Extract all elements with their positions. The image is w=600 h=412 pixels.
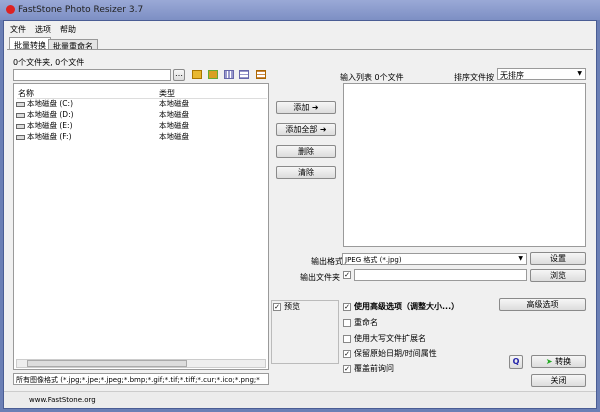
output-format-label: 输出格式	[311, 257, 343, 266]
browse-path-button[interactable]: …	[173, 69, 185, 81]
advanced-label: 使用高级选项（调整大小...）	[354, 302, 460, 311]
clear-button[interactable]: 清除	[276, 166, 336, 179]
input-file-list[interactable]	[343, 83, 586, 247]
item-type: 本地磁盘	[159, 132, 189, 141]
chevron-down-icon: ▼	[518, 255, 523, 262]
format-value: JPEG 格式 (*.jpg)	[345, 256, 402, 264]
main-window: 文件 选项 帮助 批量转换 批量重命名 0个文件夹, 0个文件 … 名称 类型 …	[3, 20, 597, 409]
sort-value: 无排序	[500, 71, 524, 80]
app-icon	[6, 5, 15, 14]
menu-file[interactable]: 文件	[10, 24, 26, 35]
go-arrow-icon: ➤	[545, 357, 556, 366]
sort-select[interactable]: 无排序 ▼	[497, 68, 586, 80]
settings-button[interactable]: 设置	[530, 252, 586, 265]
uppercase-extension-checkbox[interactable]: 使用大写文件扩展名	[343, 333, 426, 344]
chevron-down-icon: ▼	[577, 70, 582, 77]
item-type: 本地磁盘	[159, 110, 189, 119]
menu-help[interactable]: 帮助	[60, 24, 76, 35]
convert-label: 转换	[555, 357, 572, 366]
output-folder-label: 输出文件夹	[300, 273, 340, 282]
folder-favorite-icon[interactable]	[208, 70, 218, 79]
list-item[interactable]: 本地磁盘 (F:) 本地磁盘	[16, 131, 189, 142]
rename-label: 重命名	[354, 318, 378, 327]
path-input[interactable]	[13, 69, 171, 81]
folder-up-icon[interactable]	[192, 70, 202, 79]
preview-checkbox[interactable]: ✓ 预览	[273, 301, 300, 312]
list-item[interactable]: 本地磁盘 (E:) 本地磁盘	[16, 120, 189, 131]
drive-icon	[16, 134, 25, 140]
drive-icon	[16, 123, 25, 129]
drive-icon	[16, 112, 25, 118]
list-item[interactable]: 本地磁盘 (C:) 本地磁盘	[16, 98, 189, 109]
status-bar: www.FastStone.org	[4, 391, 596, 408]
item-name: 本地磁盘 (F:)	[27, 132, 72, 141]
file-filter-select[interactable]: 所有图像格式 (*.jpg;*.jpe;*.jpeg;*.bmp;*.gif;*…	[13, 373, 269, 385]
menu-bar: 文件 选项 帮助	[10, 24, 76, 35]
list-item[interactable]: 本地磁盘 (D:) 本地磁盘	[16, 109, 189, 120]
website-link[interactable]: www.FastStone.org	[29, 396, 96, 404]
item-type: 本地磁盘	[159, 121, 189, 130]
ask-overwrite-checkbox[interactable]: ✓ 覆盖前询问	[343, 363, 394, 374]
horizontal-scrollbar[interactable]	[16, 359, 266, 368]
item-name: 本地磁盘 (C:)	[27, 99, 73, 108]
ask-overwrite-label: 覆盖前询问	[354, 364, 394, 373]
convert-button[interactable]: ➤ 转换	[531, 355, 586, 368]
folder-summary: 0个文件夹, 0个文件	[13, 58, 85, 67]
filter-value: 所有图像格式 (*.jpg;*.jpe;*.jpeg;*.bmp;*.gif;*…	[16, 376, 260, 384]
close-button[interactable]: 关闭	[531, 374, 586, 387]
magnifier-icon: Q	[512, 357, 520, 366]
browse-button[interactable]: 浏览	[530, 269, 586, 282]
input-list-label: 输入列表 0个文件	[340, 73, 404, 82]
menu-options[interactable]: 选项	[35, 24, 51, 35]
item-type: 本地磁盘	[159, 99, 189, 108]
preview-search-button[interactable]: Q	[509, 355, 523, 369]
drive-icon	[16, 101, 25, 107]
rename-checkbox[interactable]: 重命名	[343, 317, 378, 328]
output-folder-input[interactable]	[354, 269, 527, 281]
output-folder-checkbox[interactable]: ✓	[343, 270, 354, 279]
advanced-options-checkbox[interactable]: ✓ 使用高级选项（调整大小...）	[343, 301, 459, 312]
keep-date-checkbox[interactable]: ✓ 保留原始日期/时间属性	[343, 348, 437, 359]
scrollbar-thumb[interactable]	[27, 360, 187, 367]
add-button[interactable]: 添加 ➜	[276, 101, 336, 114]
thumbnail-view-icon[interactable]	[224, 70, 234, 79]
preview-label: 预览	[284, 302, 300, 311]
item-name: 本地磁盘 (E:)	[27, 121, 73, 130]
title-bar: FastStone Photo Resizer 3.7	[0, 0, 600, 20]
keep-date-label: 保留原始日期/时间属性	[354, 349, 437, 358]
details-view-icon[interactable]	[256, 70, 266, 79]
list-view-icon[interactable]	[239, 70, 249, 79]
add-all-button[interactable]: 添加全部 ➜	[276, 123, 336, 136]
remove-button[interactable]: 删除	[276, 145, 336, 158]
advanced-options-button[interactable]: 高级选项	[499, 298, 586, 311]
item-name: 本地磁盘 (D:)	[27, 110, 74, 119]
uppercase-label: 使用大写文件扩展名	[354, 334, 426, 343]
window-title: FastStone Photo Resizer 3.7	[18, 5, 144, 15]
sort-label: 排序文件按	[454, 73, 494, 82]
output-format-select[interactable]: JPEG 格式 (*.jpg) ▼	[342, 253, 527, 265]
